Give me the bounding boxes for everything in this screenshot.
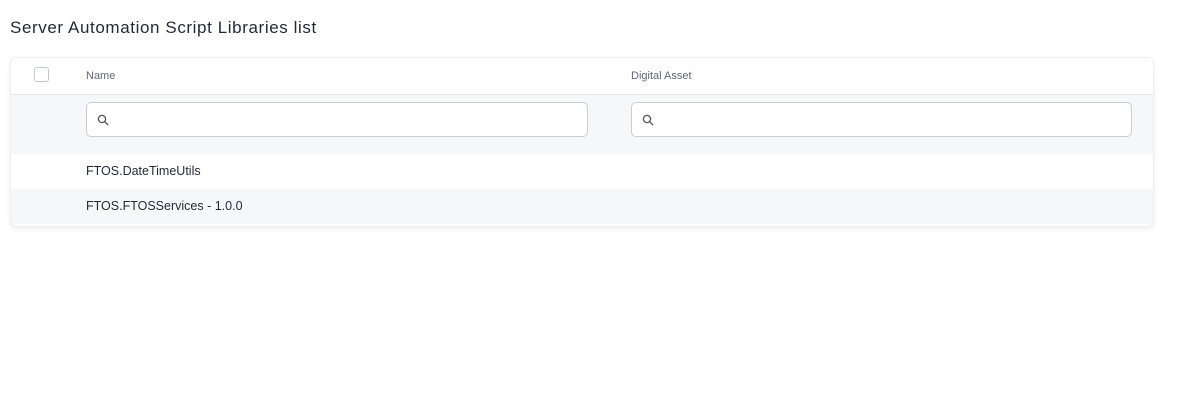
digital-asset-filter-field[interactable] [631, 102, 1132, 137]
cell-name: FTOS.FTOSServices - 1.0.0 [86, 199, 243, 213]
column-header-name[interactable]: Name [86, 70, 115, 82]
column-header-digital-asset[interactable]: Digital Asset [631, 70, 692, 82]
search-icon [642, 114, 654, 126]
page-title: Server Automation Script Libraries list [10, 18, 317, 37]
search-icon [97, 114, 109, 126]
table-row[interactable]: FTOS.DateTimeUtils [11, 154, 1153, 189]
libraries-table: Name Digital Asset FTOS.DateTimeUtils FT… [10, 57, 1154, 227]
select-all-checkbox[interactable] [34, 67, 49, 82]
digital-asset-filter-input[interactable] [660, 103, 1123, 136]
name-filter-field[interactable] [86, 102, 588, 137]
name-filter-input[interactable] [115, 103, 579, 136]
filter-row [11, 95, 1153, 154]
table-row[interactable]: FTOS.FTOSServices - 1.0.0 [11, 189, 1153, 224]
cell-name: FTOS.DateTimeUtils [86, 164, 201, 178]
table-header-row: Name Digital Asset [11, 58, 1153, 95]
